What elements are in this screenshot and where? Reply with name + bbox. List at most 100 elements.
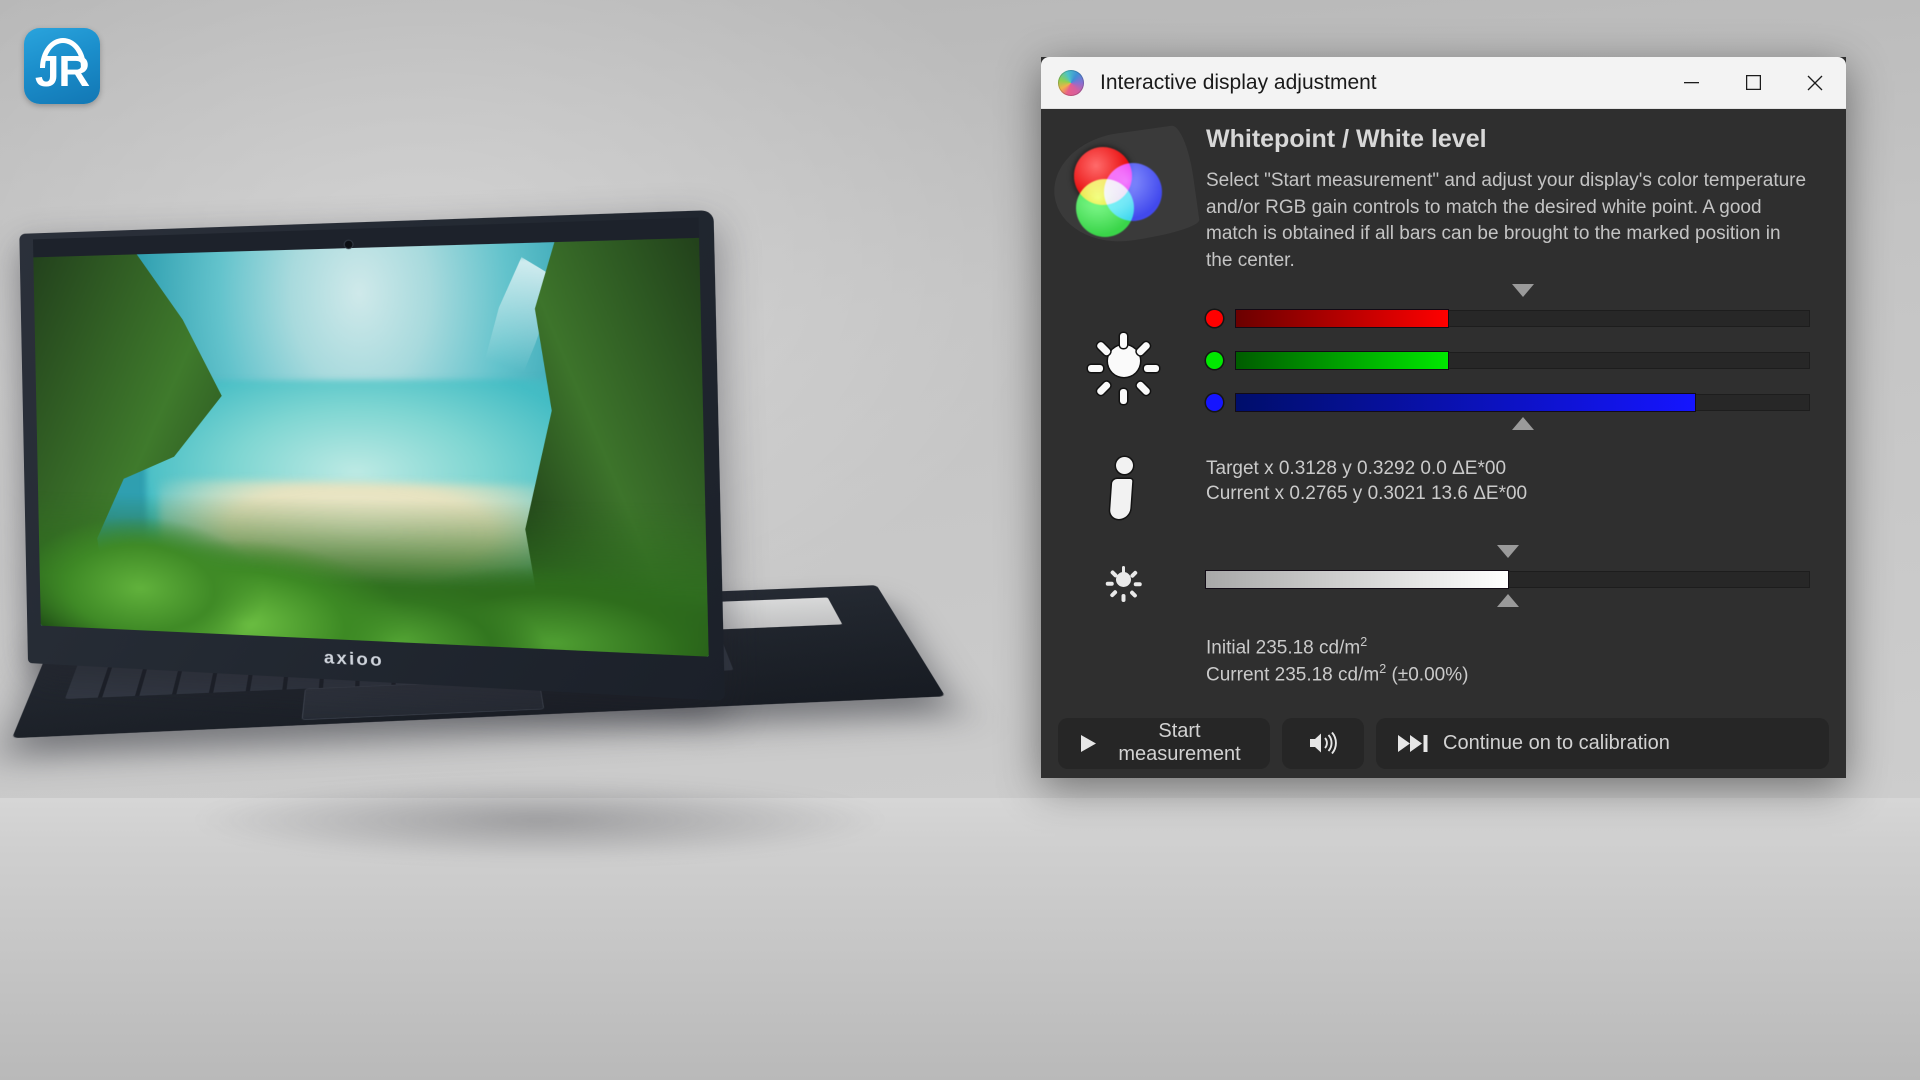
green-slider-track[interactable] [1236, 352, 1810, 370]
current-luminance: Current 235.18 cd/m2 (±0.00%) [1206, 661, 1846, 688]
readout-text-column: Target x 0.3128 y 0.3292 0.0 ΔE*00 Curre… [1206, 455, 1846, 521]
rgb-top-marker-row [1206, 284, 1810, 304]
sun-ray [1109, 589, 1118, 598]
blue-channel-dot [1206, 394, 1223, 412]
speaker-icon [1308, 731, 1338, 755]
dialog-button-row: Start measurement Continue on to calibra… [1041, 717, 1846, 769]
sun-ray [1120, 388, 1127, 404]
sun-ray [1109, 569, 1118, 579]
blue-slider-track[interactable] [1236, 394, 1810, 412]
brightness-slider-row[interactable] [1206, 565, 1810, 594]
dialog-body: Whitepoint / White level Select "Start m… [1041, 109, 1846, 778]
sun-ray [1129, 589, 1138, 598]
rgb-bottom-marker-row [1206, 417, 1810, 437]
triangle-up-marker [1512, 417, 1534, 431]
window-title: Interactive display adjustment [1100, 70, 1377, 94]
close-icon [1807, 75, 1823, 90]
current-luminance-delta: (±0.00%) [1386, 664, 1469, 686]
laptop-screen [33, 235, 709, 657]
red-channel-dot [1206, 310, 1223, 328]
sun-ray [1133, 582, 1142, 586]
sun-ray [1121, 593, 1126, 602]
section-description: Select "Start measurement" and adjust yo… [1206, 170, 1807, 271]
red-slider-row[interactable] [1206, 304, 1810, 333]
sun-icon [1088, 328, 1159, 404]
sun-ray [1105, 582, 1114, 586]
minimize-button[interactable] [1660, 57, 1722, 108]
maximize-icon [1745, 75, 1761, 90]
red-slider-track[interactable] [1236, 310, 1810, 328]
info-icon-dot [1115, 457, 1133, 475]
current-readout: Current x 0.2765 y 0.3021 13.6 ΔE*00 [1206, 482, 1528, 504]
initial-luminance-label: Initial 235.18 cd/m [1206, 637, 1361, 659]
rgb-additive-circles-icon [1046, 123, 1201, 251]
header-icon-column [1041, 123, 1206, 274]
start-measurement-button[interactable]: Start measurement [1058, 717, 1270, 769]
sun-ray [1121, 565, 1126, 574]
luminance-section: Initial 235.18 cd/m2 Current 235.18 cd/m… [1041, 634, 1846, 687]
readout-icon-column [1041, 455, 1206, 521]
maximize-button[interactable] [1722, 57, 1784, 108]
rgb-tracks-column [1206, 284, 1846, 437]
brightness-bottom-marker-row [1206, 594, 1810, 614]
green-circle-icon [1075, 179, 1134, 237]
sound-toggle-button[interactable] [1282, 717, 1364, 769]
header-text-column: Whitepoint / White level Select "Start m… [1206, 125, 1846, 274]
brightness-slider-fill [1206, 571, 1508, 589]
blue-slider-row[interactable] [1206, 388, 1810, 417]
section-heading: Whitepoint / White level [1206, 125, 1487, 153]
sun-ray [1088, 364, 1103, 372]
current-luminance-label: Current 235.18 cd/m [1206, 664, 1380, 686]
skip-forward-icon [1398, 734, 1429, 753]
interactive-display-adjustment-window: Interactive display adjustment Whitepoin… [1041, 57, 1846, 778]
brightness-section [1041, 545, 1846, 614]
brightness-small-sun-icon [1105, 563, 1142, 602]
displaycal-app-icon [1058, 69, 1084, 96]
target-readout: Target x 0.3128 y 0.3292 0.0 ΔE*00 [1206, 458, 1507, 480]
brightness-slider-track[interactable] [1206, 571, 1810, 589]
sun-ray [1144, 364, 1159, 372]
start-measurement-label: Start measurement [1118, 720, 1241, 766]
triangle-down-marker [1512, 284, 1534, 298]
triangle-down-marker [1497, 545, 1519, 559]
brightness-icon-column [1041, 545, 1206, 614]
continue-to-calibration-button[interactable]: Continue on to calibration [1376, 717, 1829, 769]
minimize-icon [1683, 81, 1699, 83]
info-icon [1101, 457, 1147, 521]
continue-to-calibration-label: Continue on to calibration [1443, 731, 1670, 754]
luminance-spacer [1041, 634, 1206, 687]
laptop: axioo [0, 210, 946, 825]
jr-watermark-logo: JR [24, 28, 100, 104]
info-icon-stem [1109, 479, 1132, 520]
sun-ray [1129, 569, 1138, 579]
window-titlebar[interactable]: Interactive display adjustment [1041, 57, 1846, 109]
play-icon [1080, 734, 1097, 753]
red-slider-fill [1236, 310, 1449, 328]
initial-luminance: Initial 235.18 cd/m2 [1206, 634, 1846, 661]
luminance-text-column: Initial 235.18 cd/m2 Current 235.18 cd/m… [1206, 634, 1846, 687]
brightness-top-marker-row [1206, 545, 1810, 565]
brightness-track-column [1206, 545, 1846, 614]
jr-watermark-text: JR [34, 47, 90, 96]
rgb-sliders-section [1041, 284, 1846, 437]
rgb-icon-column [1041, 284, 1206, 437]
sun-core [1116, 572, 1131, 588]
laptop-lid: axioo [19, 210, 725, 701]
green-slider-fill [1236, 352, 1449, 370]
green-channel-dot [1206, 352, 1223, 370]
blue-slider-fill [1236, 394, 1696, 412]
close-button[interactable] [1784, 57, 1846, 108]
sun-ray [1135, 380, 1152, 396]
sun-ray [1095, 380, 1112, 396]
green-slider-row[interactable] [1206, 346, 1810, 375]
initial-luminance-exponent: 2 [1360, 635, 1368, 650]
window-controls [1660, 57, 1846, 108]
readout-section: Target x 0.3128 y 0.3292 0.0 ΔE*00 Curre… [1041, 455, 1846, 521]
sun-ray [1135, 340, 1152, 357]
webcam-icon [344, 240, 353, 249]
header-section: Whitepoint / White level Select "Start m… [1041, 109, 1846, 274]
triangle-up-marker [1497, 594, 1519, 608]
sun-core [1107, 344, 1140, 377]
